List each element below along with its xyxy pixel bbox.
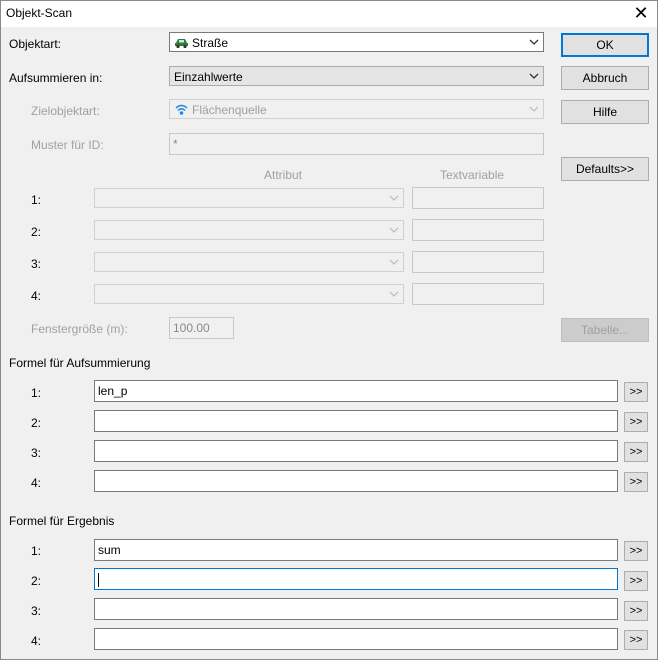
objektart-label: Objektart:	[9, 37, 62, 51]
formel-row-label: 1:	[31, 386, 42, 400]
tabelle-button: Tabelle...	[561, 318, 649, 342]
attribute-row-label: 3:	[31, 257, 42, 271]
close-icon[interactable]: ✕	[631, 3, 651, 23]
zielobjektart-value: Flächenquelle	[192, 103, 267, 117]
formel-row-label: 4:	[31, 634, 42, 648]
ok-button[interactable]: OK	[561, 33, 649, 57]
fenstergroesse-label: Fenstergröße (m):	[31, 322, 128, 336]
formel-row-label: 2:	[31, 574, 42, 588]
aufsummieren-value: Einzahlwerte	[174, 70, 243, 84]
objektart-value: Straße	[192, 36, 229, 50]
ergebnis-formula-input-4[interactable]	[94, 628, 618, 650]
chevron-down-icon	[529, 106, 539, 112]
zielobjektart-label: Zielobjektart:	[31, 104, 100, 118]
ergebnis-insert-button-1[interactable]: >>	[624, 541, 648, 561]
defaults-button[interactable]: Defaults>>	[561, 157, 649, 181]
attribute-row-label: 2:	[31, 225, 42, 239]
car-icon	[175, 39, 188, 49]
chevron-down-icon	[529, 73, 539, 79]
aufsummierung-insert-button-2[interactable]: >>	[624, 412, 648, 432]
hilfe-button[interactable]: Hilfe	[561, 100, 649, 124]
aufsummierung-formula-input-1[interactable]: len_p	[94, 380, 618, 402]
textvariable-input-2	[412, 219, 544, 241]
window-title: Objekt-Scan	[6, 6, 73, 20]
attribut-select-2	[94, 220, 404, 240]
ergebnis-insert-button-4[interactable]: >>	[624, 630, 648, 650]
objektart-select[interactable]: Straße	[169, 32, 544, 52]
chevron-down-icon	[389, 227, 399, 233]
formel-row-label: 4:	[31, 476, 42, 490]
text-caret	[98, 572, 99, 587]
aufsummierung-formula-input-4[interactable]	[94, 470, 618, 492]
aufsummieren-select[interactable]: Einzahlwerte	[169, 66, 544, 86]
chevron-down-icon	[529, 39, 539, 45]
textvariable-input-4	[412, 283, 544, 305]
objekt-scan-dialog: Objekt-Scan ✕ Objektart: Straße Aufsummi…	[0, 0, 658, 660]
title-bar: Objekt-Scan ✕	[1, 1, 657, 27]
formel-row-label: 3:	[31, 446, 42, 460]
fenstergroesse-input: 100.00	[169, 317, 234, 339]
formel-row-label: 1:	[31, 544, 42, 558]
textvariable-input-1	[412, 187, 544, 209]
attribut-select-4	[94, 284, 404, 304]
attribut-select-1	[94, 188, 404, 208]
attribute-row-label: 4:	[31, 289, 42, 303]
area-source-icon	[175, 104, 188, 115]
ergebnis-formula-input-1[interactable]: sum	[94, 539, 618, 561]
col-attribut-header: Attribut	[264, 168, 303, 182]
chevron-down-icon	[389, 259, 399, 265]
textvariable-input-3	[412, 251, 544, 273]
aufsummierung-formula-input-2[interactable]	[94, 410, 618, 432]
chevron-down-icon	[389, 195, 399, 201]
aufsummierung-insert-button-4[interactable]: >>	[624, 472, 648, 492]
aufsummierung-insert-button-1[interactable]: >>	[624, 382, 648, 402]
muster-input: *	[169, 133, 544, 155]
muster-label: Muster für ID:	[31, 138, 104, 152]
attribute-row-label: 1:	[31, 193, 42, 207]
ergebnis-insert-button-2[interactable]: >>	[624, 571, 648, 591]
formel-row-label: 3:	[31, 604, 42, 618]
formel-ergebnis-heading: Formel für Ergebnis	[9, 514, 115, 528]
attribut-select-3	[94, 252, 404, 272]
ergebnis-insert-button-3[interactable]: >>	[624, 601, 648, 621]
aufsummieren-label: Aufsummieren in:	[9, 71, 103, 85]
abbruch-button[interactable]: Abbruch	[561, 66, 649, 90]
zielobjektart-select: Flächenquelle	[169, 99, 544, 119]
formel-row-label: 2:	[31, 416, 42, 430]
aufsummierung-formula-input-3[interactable]	[94, 440, 618, 462]
ergebnis-formula-input-2[interactable]	[94, 568, 618, 590]
chevron-down-icon	[389, 291, 399, 297]
aufsummierung-insert-button-3[interactable]: >>	[624, 442, 648, 462]
ergebnis-formula-input-3[interactable]	[94, 598, 618, 620]
col-textvariable-header: Textvariable	[440, 168, 505, 182]
formel-aufsummierung-heading: Formel für Aufsummierung	[9, 356, 151, 370]
